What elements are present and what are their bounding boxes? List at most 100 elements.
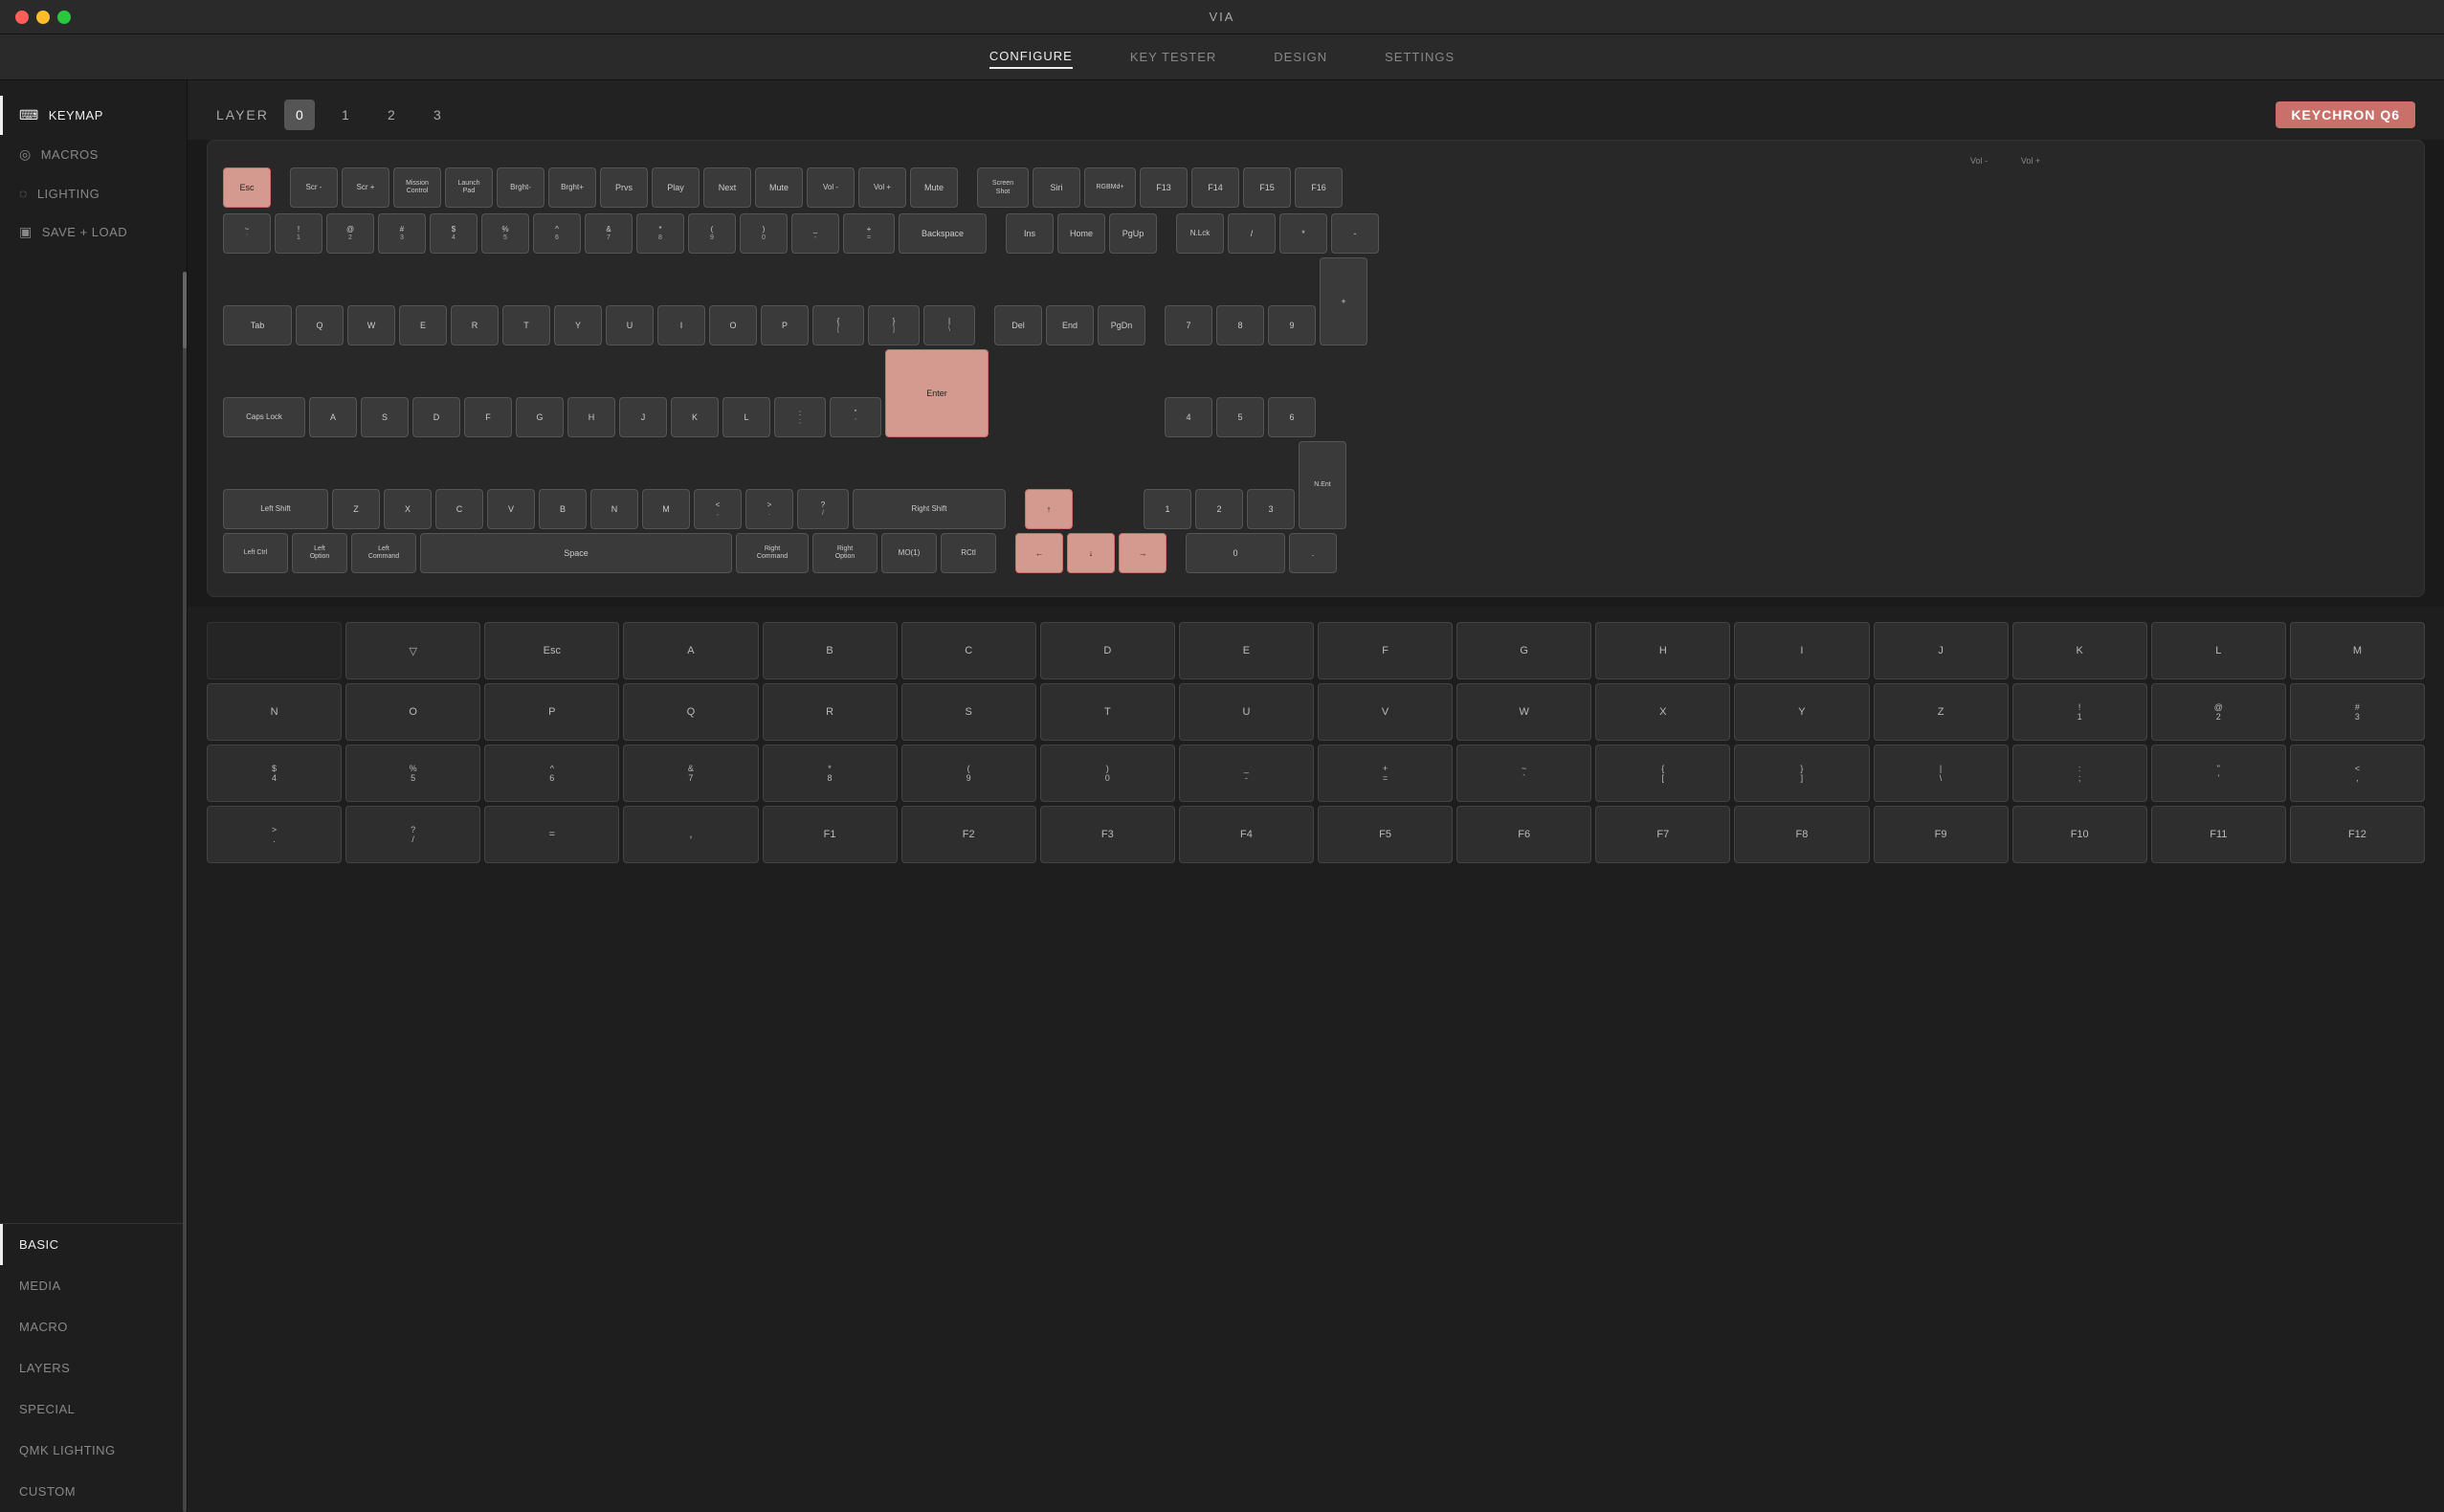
keymap-key-esc[interactable]: Esc bbox=[484, 622, 619, 679]
keymap-key-comma[interactable]: , bbox=[623, 806, 758, 863]
key-p[interactable]: P bbox=[761, 305, 809, 345]
key-home[interactable]: Home bbox=[1057, 213, 1105, 254]
keymap-key-b[interactable]: B bbox=[763, 622, 898, 679]
keymap-key-f6[interactable]: F6 bbox=[1456, 806, 1591, 863]
keymap-key-pipe[interactable]: |\ bbox=[1874, 745, 2009, 802]
keymap-key-n[interactable]: N bbox=[207, 683, 342, 741]
key-mission-control[interactable]: MissionControl bbox=[393, 167, 441, 208]
keymap-key-j[interactable]: J bbox=[1874, 622, 2009, 679]
key-c[interactable]: C bbox=[435, 489, 483, 529]
sidebar-item-keymap[interactable]: ⌨ KEYMAP bbox=[0, 96, 187, 135]
keymap-key-p[interactable]: P bbox=[484, 683, 619, 741]
key-play[interactable]: Play bbox=[652, 167, 700, 208]
sidebar-item-qmk-lighting[interactable]: QMK LIGHTING bbox=[0, 1430, 187, 1471]
key-scr-minus[interactable]: Scr - bbox=[290, 167, 338, 208]
key-right-arrow[interactable]: → bbox=[1119, 533, 1166, 573]
key-prvs[interactable]: Prvs bbox=[600, 167, 648, 208]
key-f13[interactable]: F13 bbox=[1140, 167, 1188, 208]
key-left-command[interactable]: LeftCommand bbox=[351, 533, 416, 573]
keymap-key-asterisk[interactable]: *8 bbox=[763, 745, 898, 802]
key-pgdn[interactable]: PgDn bbox=[1098, 305, 1145, 345]
key-numlock[interactable]: N.Lck bbox=[1176, 213, 1224, 254]
sidebar-item-special[interactable]: SPECIAL bbox=[0, 1389, 187, 1430]
sidebar-item-basic[interactable]: BASIC bbox=[0, 1224, 187, 1265]
key-launch-pad[interactable]: LaunchPad bbox=[445, 167, 493, 208]
sidebar-item-media[interactable]: MEDIA bbox=[0, 1265, 187, 1306]
keymap-key-empty[interactable] bbox=[207, 622, 342, 679]
keymap-key-z[interactable]: Z bbox=[1874, 683, 2009, 741]
key-end[interactable]: End bbox=[1046, 305, 1094, 345]
key-period[interactable]: >. bbox=[745, 489, 793, 529]
keymap-key-f3[interactable]: F3 bbox=[1040, 806, 1175, 863]
key-num-0[interactable]: 0 bbox=[1186, 533, 1285, 573]
key-j[interactable]: J bbox=[619, 397, 667, 437]
keymap-key-lcurly[interactable]: {[ bbox=[1595, 745, 1730, 802]
keymap-key-q[interactable]: Q bbox=[623, 683, 758, 741]
keymap-key-m[interactable]: M bbox=[2290, 622, 2425, 679]
sidebar-item-lighting[interactable]: ◌ LIGHTING bbox=[0, 174, 187, 212]
keymap-key-f2[interactable]: F2 bbox=[901, 806, 1036, 863]
key-g[interactable]: G bbox=[516, 397, 564, 437]
keymap-key-at[interactable]: @2 bbox=[2151, 683, 2286, 741]
key-siri[interactable]: Siri bbox=[1033, 167, 1080, 208]
key-num-9[interactable]: 9 bbox=[1268, 305, 1316, 345]
tab-settings[interactable]: SETTINGS bbox=[1385, 46, 1455, 68]
key-space[interactable]: Space bbox=[420, 533, 732, 573]
keymap-key-r[interactable]: R bbox=[763, 683, 898, 741]
keymap-key-plus[interactable]: += bbox=[1318, 745, 1453, 802]
key-tilde[interactable]: ~` bbox=[223, 213, 271, 254]
key-enter[interactable]: Enter bbox=[885, 349, 989, 437]
sidebar-item-macros[interactable]: ◎ MACROS bbox=[0, 135, 187, 174]
sidebar-item-custom[interactable]: CUSTOM bbox=[0, 1471, 187, 1512]
keymap-key-x[interactable]: X bbox=[1595, 683, 1730, 741]
keymap-key-equals[interactable]: = bbox=[484, 806, 619, 863]
key-w[interactable]: W bbox=[347, 305, 395, 345]
keymap-key-h[interactable]: H bbox=[1595, 622, 1730, 679]
key-num-plus[interactable]: + bbox=[1320, 257, 1367, 345]
key-k[interactable]: K bbox=[671, 397, 719, 437]
layer-0-button[interactable]: 0 bbox=[284, 100, 315, 130]
key-mo1[interactable]: MO(1) bbox=[881, 533, 937, 573]
keymap-key-caret[interactable]: ^6 bbox=[484, 745, 619, 802]
keymap-key-w[interactable]: W bbox=[1456, 683, 1591, 741]
key-6[interactable]: ^6 bbox=[533, 213, 581, 254]
key-fwdslash[interactable]: ?/ bbox=[797, 489, 849, 529]
sidebar-scrollbar[interactable] bbox=[183, 272, 187, 1512]
keymap-key-gt[interactable]: >. bbox=[207, 806, 342, 863]
key-pgup[interactable]: PgUp bbox=[1109, 213, 1157, 254]
sidebar-item-save[interactable]: ▣ SAVE + LOAD bbox=[0, 212, 187, 252]
keymap-key-f4[interactable]: F4 bbox=[1179, 806, 1314, 863]
key-num-enter[interactable]: N.Ent bbox=[1299, 441, 1346, 529]
key-a[interactable]: A bbox=[309, 397, 357, 437]
key-num-asterisk[interactable]: * bbox=[1279, 213, 1327, 254]
keymap-key-percent[interactable]: %5 bbox=[345, 745, 480, 802]
keymap-key-f8[interactable]: F8 bbox=[1734, 806, 1869, 863]
key-1[interactable]: !1 bbox=[275, 213, 322, 254]
sidebar-item-macro[interactable]: MACRO bbox=[0, 1306, 187, 1347]
keymap-key-trns[interactable]: ▽ bbox=[345, 622, 480, 679]
keymap-key-t[interactable]: T bbox=[1040, 683, 1175, 741]
key-screenshot[interactable]: ScreenShot bbox=[977, 167, 1029, 208]
key-ins[interactable]: Ins bbox=[1006, 213, 1054, 254]
keymap-key-lparen[interactable]: (9 bbox=[901, 745, 1036, 802]
maximize-button[interactable] bbox=[57, 11, 71, 24]
key-l[interactable]: L bbox=[722, 397, 770, 437]
keymap-key-f11[interactable]: F11 bbox=[2151, 806, 2286, 863]
keymap-key-f9[interactable]: F9 bbox=[1874, 806, 2009, 863]
keymap-key-f5[interactable]: F5 bbox=[1318, 806, 1453, 863]
key-v[interactable]: V bbox=[487, 489, 535, 529]
key-scr-plus[interactable]: Scr + bbox=[342, 167, 389, 208]
keymap-key-f[interactable]: F bbox=[1318, 622, 1453, 679]
key-num-7[interactable]: 7 bbox=[1165, 305, 1212, 345]
key-e[interactable]: E bbox=[399, 305, 447, 345]
key-f16[interactable]: F16 bbox=[1295, 167, 1343, 208]
key-m[interactable]: M bbox=[642, 489, 690, 529]
key-5[interactable]: %5 bbox=[481, 213, 529, 254]
key-t[interactable]: T bbox=[502, 305, 550, 345]
keymap-key-colon[interactable]: :; bbox=[2012, 745, 2147, 802]
key-8[interactable]: *8 bbox=[636, 213, 684, 254]
key-rbracket[interactable]: }] bbox=[868, 305, 920, 345]
key-num-slash[interactable]: / bbox=[1228, 213, 1276, 254]
key-rgbmd-plus[interactable]: RGBMd+ bbox=[1084, 167, 1136, 208]
key-r[interactable]: R bbox=[451, 305, 499, 345]
